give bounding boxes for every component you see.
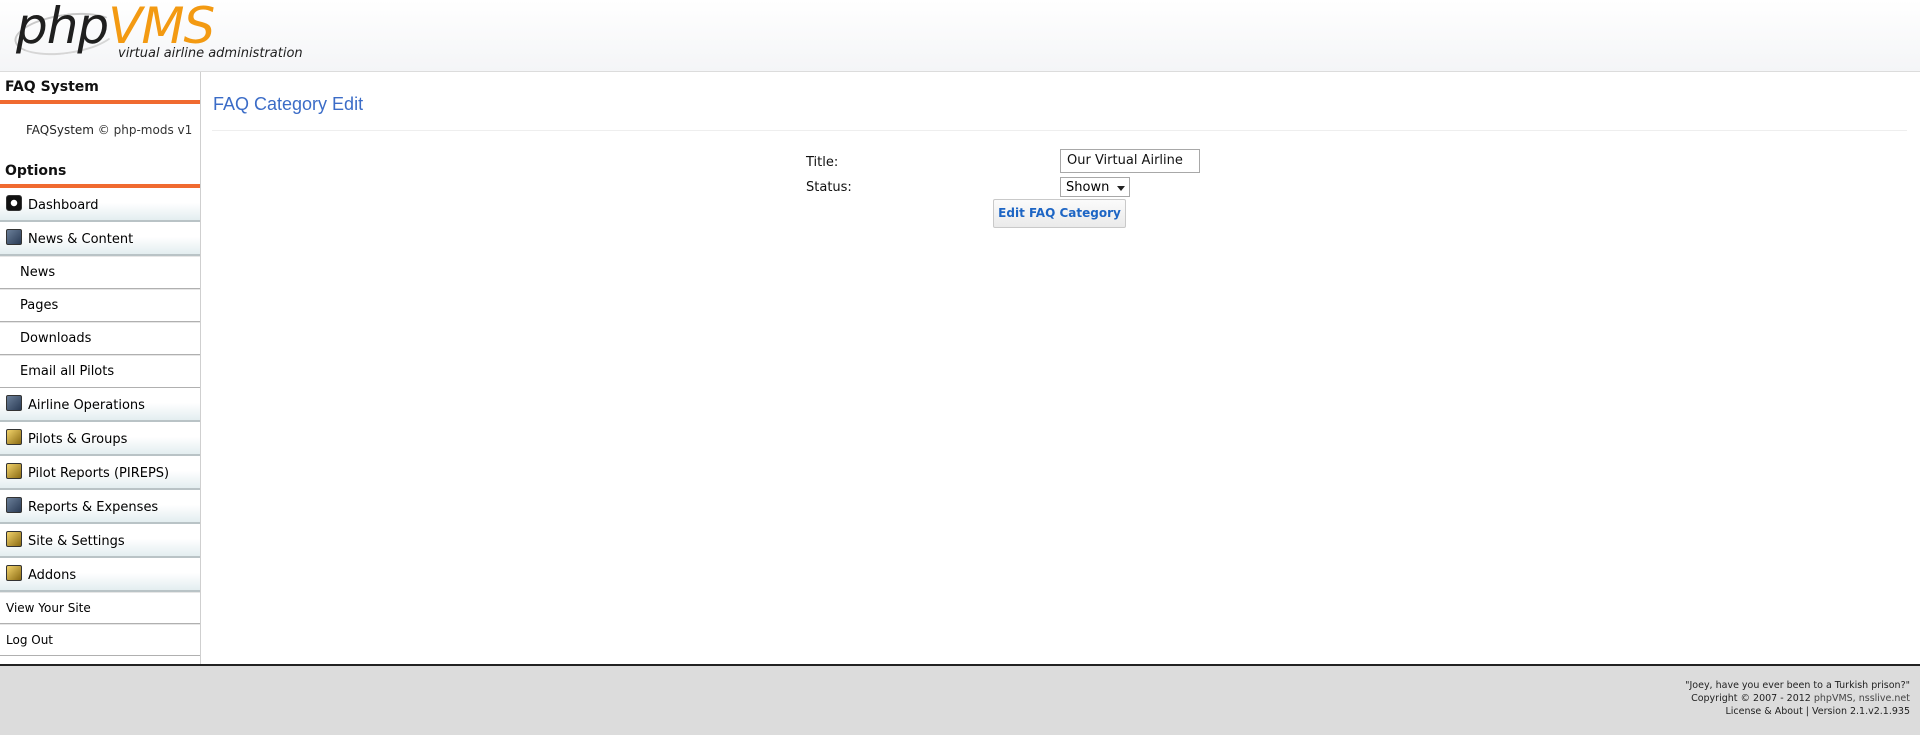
title-divider [212, 130, 1907, 131]
status-select[interactable]: Shown [1060, 177, 1130, 197]
status-select-value: Shown [1066, 180, 1110, 195]
sidebar-item-pilot-reports[interactable]: Pilot Reports (PIREPS) [0, 456, 200, 490]
module-credit-prefix: FAQSystem © [26, 123, 110, 137]
dashboard-icon [6, 195, 22, 211]
sidebar-item-reports-expenses[interactable]: Reports & Expenses [0, 490, 200, 524]
pilots-groups-icon [6, 429, 22, 445]
airline-operations-icon [6, 395, 22, 411]
phpvms-logo[interactable]: phpVMS virtual airline administration [11, 0, 303, 66]
sidebar-subitem-email-all-pilots[interactable]: Email all Pilots [0, 355, 200, 388]
module-heading: FAQ System [0, 72, 200, 104]
sidebar-item-label: Pilots & Groups [28, 432, 128, 447]
sidebar-item-addons[interactable]: Addons [0, 558, 200, 592]
reports-expenses-icon [6, 497, 22, 513]
module-credit-link[interactable]: php-mods v1 [114, 123, 193, 137]
logo-tagline: virtual airline administration [118, 46, 303, 61]
sidebar-item-label: Pilot Reports (PIREPS) [28, 466, 170, 481]
footer: "Joey, have you ever been to a Turkish p… [0, 664, 1920, 735]
footer-text: "Joey, have you ever been to a Turkish p… [1685, 679, 1910, 718]
sidebar-item-label: Airline Operations [28, 398, 145, 413]
sidebar-subitem-pages[interactable]: Pages [0, 289, 200, 322]
sidebar-item-airline-operations[interactable]: Airline Operations [0, 388, 200, 422]
sidebar-nav: Dashboard News & Content News Pages Down… [0, 188, 200, 656]
footer-quote: "Joey, have you ever been to a Turkish p… [1685, 680, 1910, 691]
sidebar-item-label: Reports & Expenses [28, 500, 159, 515]
title-input[interactable] [1060, 149, 1200, 173]
logo-php-text: php [16, 0, 109, 55]
sidebar-item-log-out[interactable]: Log Out [0, 624, 200, 656]
sidebar-item-dashboard[interactable]: Dashboard [0, 188, 200, 222]
sidebar-item-label: News & Content [28, 232, 134, 247]
addons-icon [6, 565, 22, 581]
chevron-down-icon [1117, 186, 1125, 191]
sidebar-item-site-settings[interactable]: Site & Settings [0, 524, 200, 558]
sidebar-subitem-downloads[interactable]: Downloads [0, 322, 200, 355]
sidebar-subitem-news[interactable]: News [0, 256, 200, 289]
options-heading: Options [0, 156, 200, 188]
page-title: FAQ Category Edit [213, 94, 364, 114]
footer-copyright-links[interactable]: phpVMS, nsslive.net [1814, 693, 1910, 704]
app-header: phpVMS virtual airline administration [0, 0, 1920, 72]
sidebar-item-view-site[interactable]: View Your Site [0, 592, 200, 624]
sidebar-item-label: Dashboard [28, 198, 99, 213]
sidebar-item-pilots-groups[interactable]: Pilots & Groups [0, 422, 200, 456]
edit-faq-category-button[interactable]: Edit FAQ Category [993, 199, 1126, 228]
site-settings-icon [6, 531, 22, 547]
sidebar-item-label: Addons [28, 568, 77, 583]
sidebar: FAQ System FAQSystem © php-mods v1 Optio… [0, 72, 201, 664]
status-label: Status: [806, 180, 852, 195]
title-label: Title: [806, 155, 839, 170]
footer-copyright-prefix: Copyright © 2007 - 2012 [1691, 693, 1811, 704]
footer-license[interactable]: License & About | Version 2.1.v2.1.935 [1685, 705, 1910, 718]
sidebar-item-label: Site & Settings [28, 534, 125, 549]
pilot-reports-icon [6, 463, 22, 479]
module-credit: FAQSystem © php-mods v1 [0, 104, 200, 156]
footer-copyright: Copyright © 2007 - 2012 phpVMS, nsslive.… [1685, 692, 1910, 705]
news-content-icon [6, 229, 22, 245]
sidebar-item-news-content[interactable]: News & Content [0, 222, 200, 256]
